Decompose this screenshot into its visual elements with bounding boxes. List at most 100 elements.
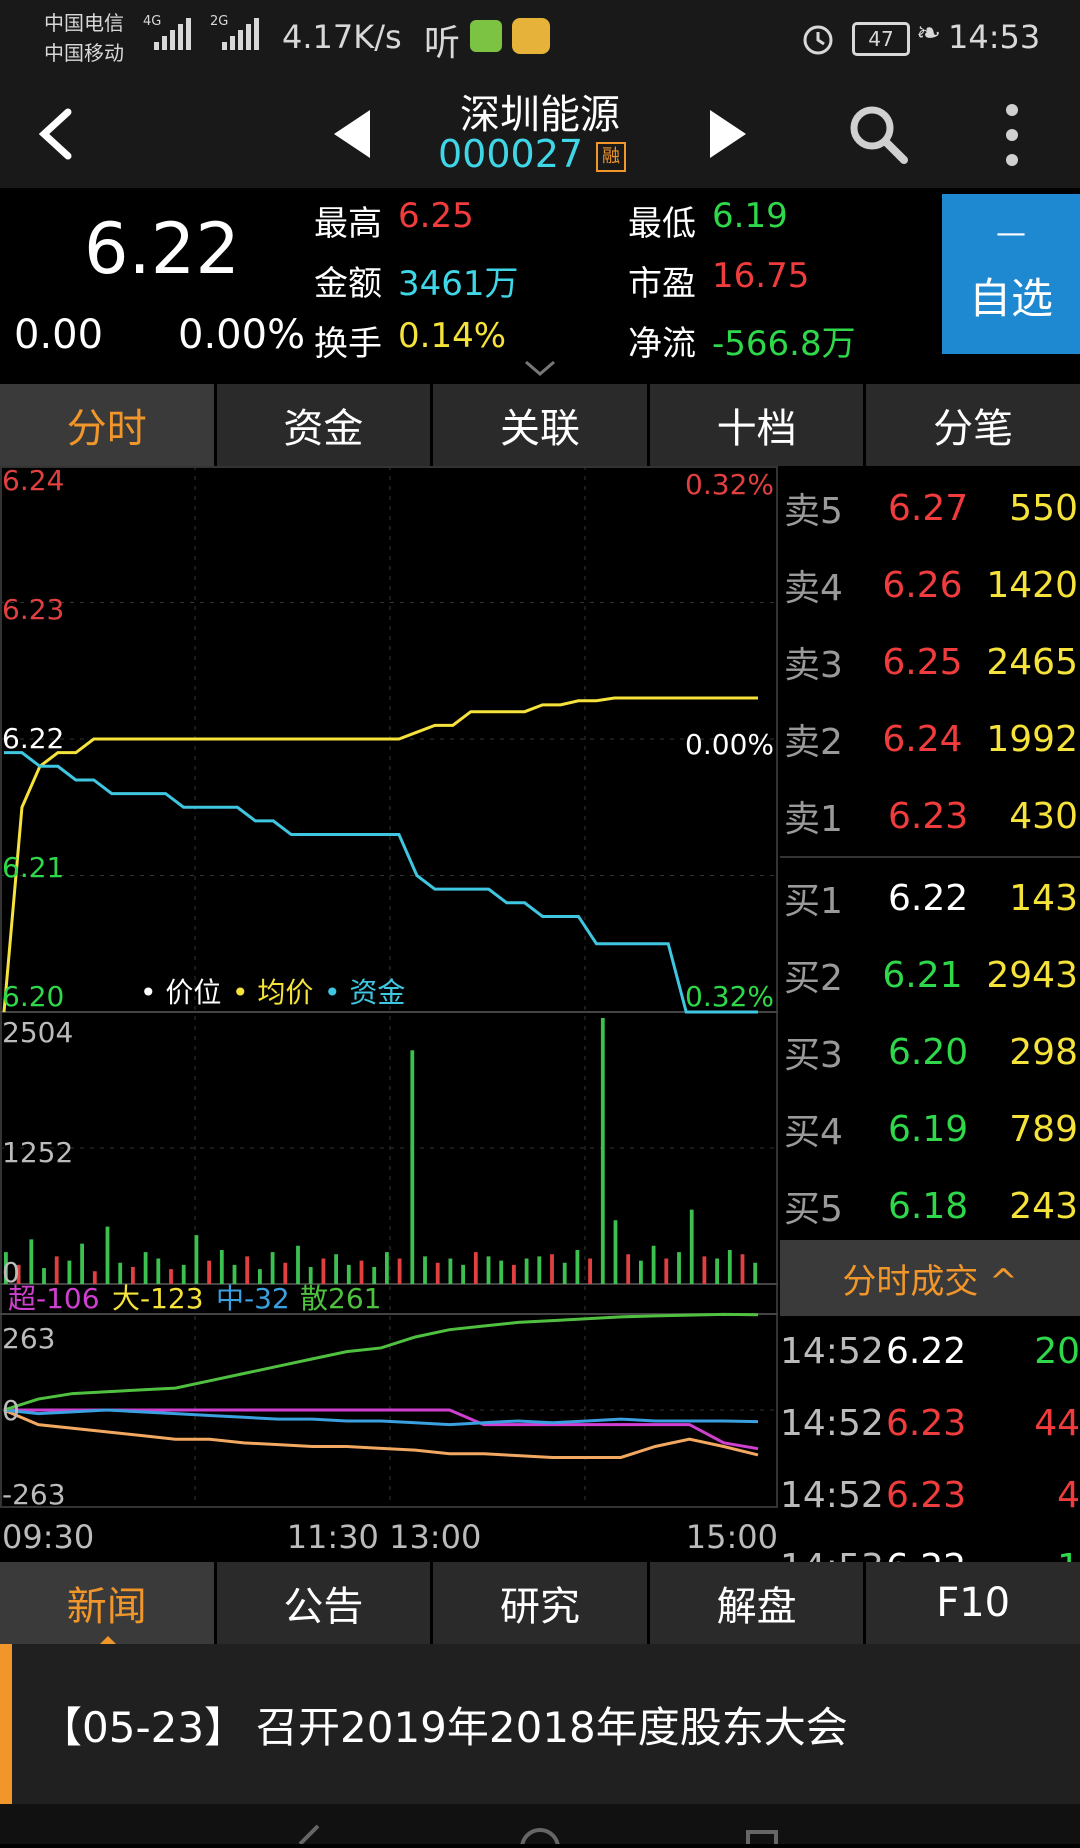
flow-axis-label: 263 xyxy=(2,1322,55,1355)
flow-line-中 xyxy=(3,1408,759,1427)
tab-related[interactable]: 关联 xyxy=(433,384,647,466)
ask-price: 6.24 xyxy=(882,718,963,760)
news-tabs: 新闻 公告 研究 解盘 F10 xyxy=(0,1562,1080,1644)
pct-axis-label: 0.32% xyxy=(685,468,774,501)
stock-code: 000027 xyxy=(438,132,584,176)
bid-level-label: 买4 xyxy=(784,1112,843,1153)
trades-toggle-button[interactable]: 分时成交 ^ xyxy=(780,1240,1080,1316)
volume-bar xyxy=(651,1245,656,1284)
volume-bar xyxy=(537,1256,542,1284)
back-icon[interactable] xyxy=(30,104,80,164)
tab-analysis[interactable]: 解盘 xyxy=(649,1562,864,1644)
more-menu-icon[interactable] xyxy=(998,100,1026,170)
current-price: 6.22 xyxy=(84,208,240,290)
trade-row: 14:52 6.23 4 xyxy=(780,1460,1080,1530)
volume-bar xyxy=(410,1050,415,1284)
trade-volume: 20 xyxy=(1034,1330,1080,1372)
flow-axis-label: -263 xyxy=(2,1478,66,1511)
volume-bar xyxy=(435,1262,440,1284)
news-item[interactable]: 【05-23】 召开2019年2018年度股东大会 xyxy=(0,1644,1080,1804)
volume-bar xyxy=(423,1256,427,1284)
trade-time: 14:52 xyxy=(780,1474,884,1516)
netflow-label: 净流 xyxy=(628,324,696,364)
tab-announcements[interactable]: 公告 xyxy=(216,1562,431,1644)
volume-bar xyxy=(296,1245,300,1284)
volume-bar xyxy=(461,1264,466,1284)
book-divider xyxy=(780,856,1080,858)
chart-tabs: 分时 资金 关联 十档 分笔 xyxy=(0,384,1080,466)
tab-news[interactable]: 新闻 xyxy=(0,1562,214,1644)
ask-row[interactable]: 卖4 6.26 1420 xyxy=(780,547,1080,623)
flow-line-超 xyxy=(4,1408,759,1451)
series-funds-line xyxy=(4,751,758,1014)
margin-badge: 融 xyxy=(596,142,626,172)
ask-price: 6.27 xyxy=(888,487,969,529)
ask-volume: 550 xyxy=(1009,487,1078,529)
status-bar: 中国电信 中国移动 4G 2G 4.17K/s 听 47 ❧ 14:53 xyxy=(0,0,1080,82)
quote-panel: 6.22 0.00 0.00% 最高 6.25 最低 6.19 金额 3461万… xyxy=(0,188,1080,383)
volume-bar xyxy=(753,1262,758,1284)
flow-legend-small: 散261 xyxy=(300,1282,381,1315)
bid-row[interactable]: 买1 6.22 143 xyxy=(780,860,1080,936)
next-stock-icon[interactable] xyxy=(706,106,750,162)
volume-bar xyxy=(29,1239,34,1284)
trade-price: 6.22 xyxy=(886,1330,967,1372)
news-accent-bar xyxy=(0,1644,12,1804)
tab-f10[interactable]: F10 xyxy=(866,1562,1080,1644)
volume-bar xyxy=(740,1254,745,1284)
flow-line-散 xyxy=(3,1312,759,1412)
ask-level-label: 卖1 xyxy=(784,799,843,840)
price-change: 0.00 xyxy=(14,312,104,358)
price-axis-label: 6.22 xyxy=(2,722,64,755)
series-avg-price-line xyxy=(2,696,758,1013)
ask-level-label: 卖4 xyxy=(784,568,843,609)
tab-tick[interactable]: 分笔 xyxy=(866,384,1080,466)
volume-bar xyxy=(397,1258,402,1284)
bid-row[interactable]: 买2 6.21 2943 xyxy=(780,937,1080,1013)
volume-bar xyxy=(54,1256,59,1284)
tab-funds[interactable]: 资金 xyxy=(216,384,431,466)
time-axis-label: 15:00 xyxy=(686,1518,778,1556)
news-date: 【05-23】 xyxy=(40,1703,247,1752)
ask-volume: 1992 xyxy=(986,718,1078,760)
volume-bar xyxy=(448,1258,453,1284)
add-watchlist-button[interactable]: — 自选 xyxy=(942,194,1080,354)
bid-row[interactable]: 买3 6.20 298 xyxy=(780,1014,1080,1090)
ask-level-label: 卖2 xyxy=(784,722,843,763)
ask-row[interactable]: 卖3 6.25 2465 xyxy=(780,624,1080,700)
volume-bar xyxy=(67,1260,72,1284)
volume-bar xyxy=(664,1258,669,1284)
order-book: 卖5 6.27 550 卖4 6.26 1420 卖3 6.25 2465 卖2 6.24 1992 卖… xyxy=(780,470,1080,1240)
ask-level-label: 卖3 xyxy=(784,645,843,686)
volume-bar xyxy=(219,1250,224,1284)
ask-row[interactable]: 卖5 6.27 550 xyxy=(780,470,1080,546)
search-icon[interactable] xyxy=(846,102,910,166)
volume-axis-label: 1252 xyxy=(2,1136,73,1169)
ask-volume: 2465 xyxy=(986,641,1078,683)
bid-row[interactable]: 买5 6.18 243 xyxy=(780,1168,1080,1244)
expand-chevron-icon[interactable] xyxy=(522,358,558,380)
bid-volume: 2943 xyxy=(986,954,1078,996)
ask-row[interactable]: 卖2 6.24 1992 xyxy=(780,701,1080,777)
intraday-chart[interactable]: 6.24 6.23 6.22 6.21 6.20 0.32% 0.00% 0.32% • 价位 •… xyxy=(0,466,780,1566)
tab-intraday[interactable]: 分时 xyxy=(0,384,214,466)
volume-bar xyxy=(689,1209,694,1284)
bid-row[interactable]: 买4 6.19 789 xyxy=(780,1091,1080,1167)
tab-ten-level[interactable]: 十档 xyxy=(649,384,864,466)
volume-bar xyxy=(156,1258,161,1284)
time-axis-label: 09:30 xyxy=(2,1518,94,1556)
prev-stock-icon[interactable] xyxy=(330,106,374,162)
volume-bar xyxy=(143,1252,148,1284)
watchlist-minus-icon: — xyxy=(996,216,1026,251)
flow-legend-big: 大-123 xyxy=(112,1282,204,1315)
leaf-icon: ❧ xyxy=(916,16,942,51)
pe-value: 16.75 xyxy=(712,256,810,296)
volume-bar xyxy=(524,1258,529,1284)
volume-bar xyxy=(613,1220,618,1284)
netflow-value: -566.8万 xyxy=(712,324,856,364)
flow-legend-super: 超-106 xyxy=(8,1282,100,1315)
ask-row[interactable]: 卖1 6.23 430 xyxy=(780,778,1080,854)
tab-research[interactable]: 研究 xyxy=(433,1562,647,1644)
bid-level-label: 买2 xyxy=(784,958,843,999)
system-nav-icons xyxy=(298,1824,778,1848)
